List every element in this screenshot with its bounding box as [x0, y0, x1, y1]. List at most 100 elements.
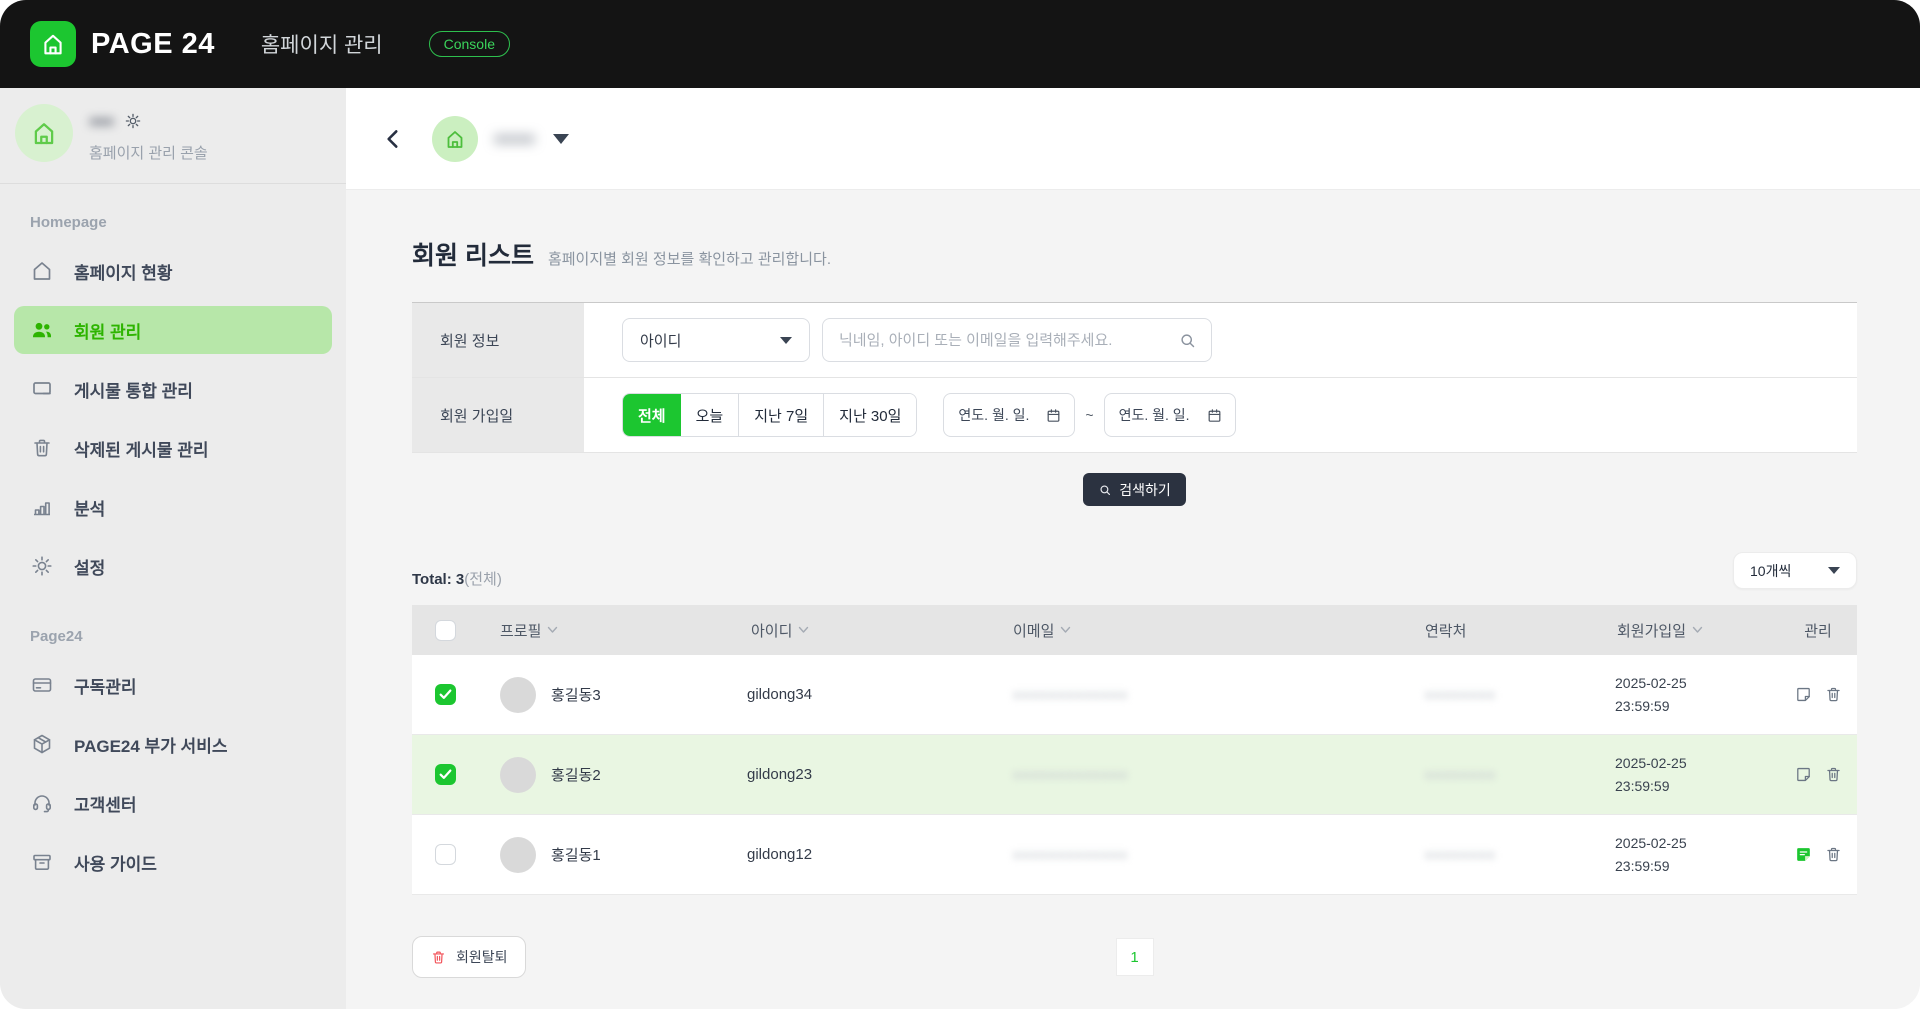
list-controls: Total: 3(전체) 10개씩: [412, 552, 1857, 589]
period-segmented-control: 전체 오늘 지난 7일 지난 30일: [622, 393, 918, 437]
member-withdraw-button[interactable]: 회원탈퇴: [412, 936, 526, 978]
column-header-joined[interactable]: 회원가입일: [1617, 620, 1686, 641]
column-header-id[interactable]: 아이디: [751, 620, 792, 641]
caret-down-icon: [780, 336, 792, 344]
sidebar-item-subscription[interactable]: 구독관리: [14, 661, 332, 709]
table-footer: 회원탈퇴 1: [412, 935, 1857, 979]
avatar: [500, 836, 536, 873]
member-joined-datetime: 2025-02-25 23:59:59: [1613, 752, 1779, 797]
sidebar-item-member-management[interactable]: 회원 관리: [14, 306, 332, 354]
member-phone-redacted: ●●●●●●●●: [1425, 687, 1496, 702]
gear-icon[interactable]: [124, 112, 142, 130]
joined-date: 2025-02-25: [1615, 835, 1687, 852]
sidebar-item-label: 사용 가이드: [74, 854, 157, 874]
sort-chevron-icon[interactable]: [1060, 626, 1071, 634]
row-checkbox[interactable]: [435, 844, 456, 865]
site-name-redacted: ●●●●: [494, 128, 536, 148]
chevron-down-icon[interactable]: [553, 133, 570, 144]
sidebar-item-analytics[interactable]: 분석: [14, 483, 332, 531]
member-joined-datetime: 2025-02-25 23:59:59: [1613, 832, 1779, 877]
select-all-checkbox[interactable]: [435, 619, 456, 641]
sidebar-item-label: 회원 관리: [74, 322, 142, 342]
sidebar-item-user-guide[interactable]: 사용 가이드: [14, 838, 332, 886]
monitor-icon: [30, 377, 54, 401]
trash-icon[interactable]: [1824, 845, 1843, 864]
member-phone-redacted: ●●●●●●●●: [1425, 847, 1496, 862]
period-7days-button[interactable]: 지난 7일: [739, 394, 825, 436]
headset-icon: [30, 791, 54, 815]
avatar: [500, 676, 536, 713]
sort-chevron-icon[interactable]: [547, 626, 558, 634]
joined-date: 2025-02-25: [1615, 755, 1687, 772]
memo-icon[interactable]: [1794, 765, 1813, 784]
period-today-button[interactable]: 오늘: [680, 394, 740, 436]
column-header-email[interactable]: 이메일: [1013, 620, 1054, 641]
trash-icon: [430, 949, 447, 966]
sidebar-item-deleted-posts[interactable]: 삭제된 게시물 관리: [14, 424, 332, 472]
trash-icon[interactable]: [1824, 685, 1843, 704]
sidebar-item-label: 게시물 통합 관리: [74, 381, 193, 401]
table-header: 프로필 아이디 이메일 연락처 회원가입일 관리: [412, 605, 1857, 655]
column-header-phone: 연락처: [1425, 622, 1467, 640]
period-30days-button[interactable]: 지난 30일: [824, 394, 917, 436]
sidebar-item-homepage-status[interactable]: 홈페이지 현황: [14, 247, 332, 295]
member-id: gildong34: [747, 686, 813, 703]
back-button[interactable]: [380, 126, 406, 152]
filter-label: 회원 가입일: [412, 378, 584, 452]
main-area: ●●●● 회원 리스트 홈페이지별 회원 정보를 확인하고 관리합니다. 회원 …: [346, 88, 1920, 1009]
withdraw-button-label: 회원탈퇴: [456, 949, 508, 965]
sidebar-item-customer-center[interactable]: 고객센터: [14, 779, 332, 827]
search-button-label: 검색하기: [1119, 481, 1171, 498]
search-submit-button[interactable]: 검색하기: [1083, 473, 1186, 506]
console-badge[interactable]: Console: [428, 31, 510, 57]
table-row: 홍길동3 gildong34 ●●●●●●●●●●●●● ●●●●●●●● 20…: [412, 655, 1857, 735]
memo-icon[interactable]: [1794, 685, 1813, 704]
member-email-redacted: ●●●●●●●●●●●●●: [1013, 847, 1129, 862]
period-all-button[interactable]: 전체: [623, 394, 681, 436]
sidebar-item-label: 고객센터: [74, 795, 137, 815]
page-1-button[interactable]: 1: [1115, 938, 1154, 976]
sidebar-item-label: 삭제된 게시물 관리: [74, 440, 209, 460]
joined-time: 23:59:59: [1615, 777, 1670, 794]
member-search-input[interactable]: [839, 331, 1178, 349]
profile-name-redacted: ●●●: [89, 112, 114, 130]
page24-logo[interactable]: [30, 21, 76, 67]
profile-info: ●●● 홈페이지 관리 콘솔: [89, 104, 208, 163]
memo-icon-active[interactable]: [1794, 845, 1813, 864]
member-name: 홍길동2: [551, 767, 601, 784]
calendar-icon: [1206, 407, 1223, 424]
pagination: 1: [1115, 938, 1154, 976]
joined-time: 23:59:59: [1615, 697, 1670, 714]
trash-icon: [30, 436, 54, 460]
search-type-value: 아이디: [640, 332, 682, 350]
joined-date: 2025-02-25: [1615, 675, 1687, 692]
search-icon[interactable]: [1178, 331, 1197, 350]
home-icon: [30, 259, 54, 283]
date-to-input[interactable]: 연도. 월. 일.: [1103, 393, 1236, 437]
sidebar-item-settings[interactable]: 설정: [14, 542, 332, 590]
sidebar-item-addon-services[interactable]: PAGE24 부가 서비스: [14, 720, 332, 768]
sort-chevron-icon[interactable]: [1692, 626, 1703, 634]
table-row: 홍길동1 gildong12 ●●●●●●●●●●●●● ●●●●●●●● 20…: [412, 815, 1857, 895]
filter-row-join-date: 회원 가입일 전체 오늘 지난 7일 지난 30일 연도. 월. 일. ~ 연도…: [412, 378, 1857, 453]
profile-avatar: [15, 104, 73, 162]
sort-chevron-icon[interactable]: [798, 626, 809, 634]
column-header-profile[interactable]: 프로필: [500, 620, 541, 641]
sidebar-item-post-management[interactable]: 게시물 통합 관리: [14, 365, 332, 413]
search-button-row: 검색하기: [412, 473, 1857, 506]
page-size-select[interactable]: 10개씩: [1733, 552, 1857, 589]
credit-card-icon: [30, 673, 54, 697]
site-avatar: [432, 115, 478, 162]
search-type-select[interactable]: 아이디: [622, 318, 810, 362]
date-from-input[interactable]: 연도. 월. 일.: [943, 393, 1076, 437]
page-title-row: 회원 리스트 홈페이지별 회원 정보를 확인하고 관리합니다.: [412, 236, 1857, 272]
avatar: [500, 756, 536, 793]
package-icon: [30, 732, 54, 756]
row-checkbox[interactable]: [435, 684, 456, 705]
caret-down-icon: [1828, 567, 1840, 574]
trash-icon[interactable]: [1824, 765, 1843, 784]
sidebar-profile: ●●● 홈페이지 관리 콘솔: [0, 88, 346, 163]
row-checkbox[interactable]: [435, 764, 456, 785]
member-email-redacted: ●●●●●●●●●●●●●: [1013, 687, 1129, 702]
date-to-placeholder: 연도. 월. 일.: [1118, 407, 1190, 423]
